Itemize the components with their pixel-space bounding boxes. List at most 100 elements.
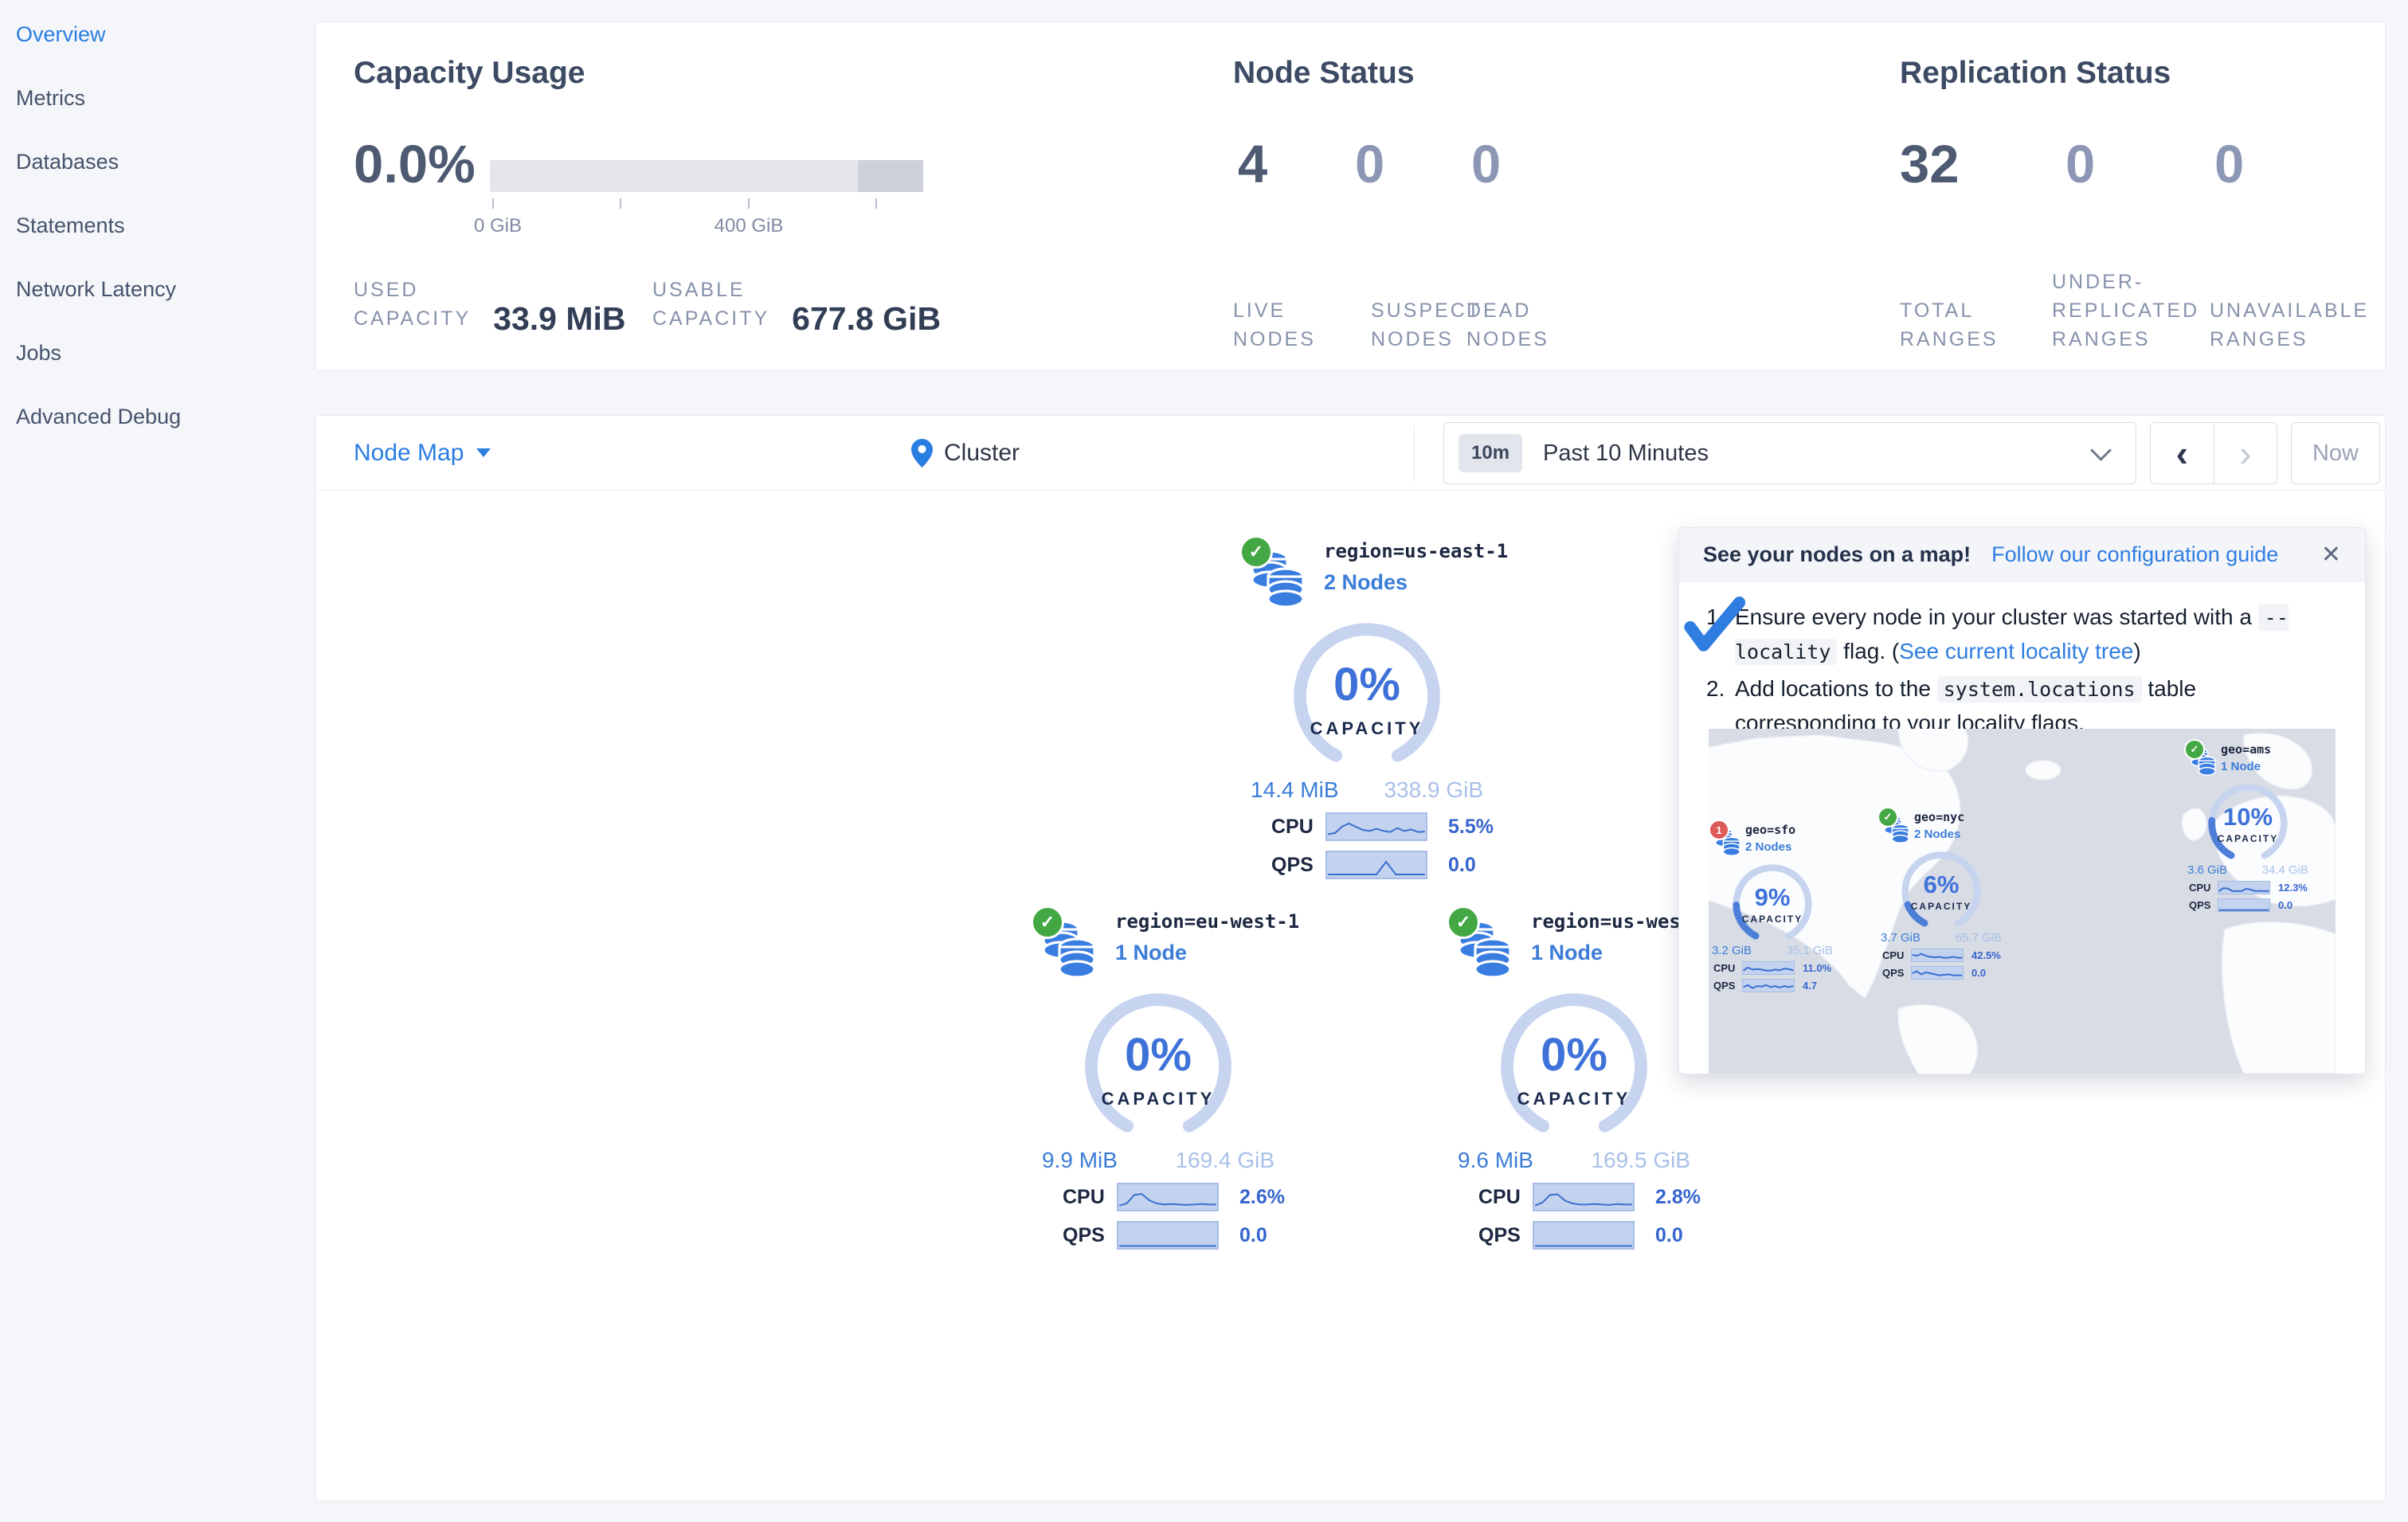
sidebar-item-statements[interactable]: Statements [0,194,315,257]
capacity-arc-label: CAPACITY [1101,1089,1216,1109]
time-prev-button[interactable]: ‹ [2151,423,2214,483]
sidebar-item-databases[interactable]: Databases [0,130,315,194]
cpu-value: 5.5% [1448,815,1494,838]
used-capacity: 9.6 MiB [1458,1148,1533,1172]
cluster-summary-panel: Capacity Usage 0.0% 0 GiB 400 GiB USED C… [315,22,2386,371]
node-healthy-icon: ✓ [1447,906,1480,939]
node-error-badge: 1 [1709,820,1729,840]
total-ranges-count: 32 [1900,135,1960,194]
used-capacity: 3.6 GiB [2187,863,2228,877]
time-step-buttons: ‹ › [2150,422,2277,484]
total-ranges-label: TOTAL RANGES [1900,299,1999,350]
node-map-toolbar: Node Map Cluster 10m Past 10 Minutes ‹ ›… [316,416,2385,491]
node-healthy-icon: ✓ [1877,807,1898,828]
nodes-count-link[interactable]: 2 Nodes [1324,570,1508,595]
setup-step-1: 1. Ensure every node in your cluster was … [1706,601,2338,669]
cpu-sparkline [1533,1183,1635,1211]
under-replicated-count: 0 [2065,135,2096,194]
cpu-label: CPU [2189,882,2211,894]
locality-name: region=eu-west-1 [1115,910,1300,933]
code-system-locations: system.locations [1936,676,2142,702]
node-healthy-icon: ✓ [1031,906,1064,939]
locality-name: geo=sfo [1745,823,1796,837]
total-capacity: 65.7 GiB [1955,931,2002,945]
suspect-nodes-label: SUSPECT NODES [1371,299,1482,350]
map-pin-icon [911,438,933,468]
node-card-us-west-1: ✓ region=us-west-1 1 Node 0% CAPACITY 9.… [1447,906,1715,1250]
capacity-gauge-reserved [858,160,923,192]
used-capacity: 14.4 MiB [1251,777,1339,802]
sidebar-item-overview[interactable]: Overview [0,2,315,66]
capacity-arc-gauge: 6% CAPACITY [1877,848,2005,929]
gauge-tick-label-0: 0 GiB [473,215,523,237]
step-done-check-icon [1684,597,1746,651]
locality-tree-link[interactable]: See current locality tree [1899,639,2133,663]
cpu-sparkline [1117,1183,1219,1211]
capacity-arc-gauge: 0% CAPACITY [1239,616,1494,773]
nodes-count-link[interactable]: 1 Node [1115,941,1299,965]
breadcrumb[interactable]: Cluster [911,416,1020,490]
node-healthy-icon: ✓ [2184,739,2205,760]
nodes-count-link[interactable]: 2 Nodes [1745,840,1795,854]
capacity-gauge [490,160,923,192]
gauge-tick [875,198,877,209]
cpu-sparkline [1911,949,1964,962]
sidebar-item-jobs[interactable]: Jobs [0,321,315,385]
total-capacity: 34.4 GiB [2261,863,2308,877]
sidebar-item-advanced-debug[interactable]: Advanced Debug [0,385,315,448]
capacity-arc-gauge: 9% CAPACITY [1709,861,1836,942]
cpu-label: CPU [1882,949,1905,961]
step-text: Ensure every node in your cluster was st… [1735,604,2258,629]
time-range-select[interactable]: 10m Past 10 Minutes [1443,422,2136,484]
capacity-arc-gauge: 0% CAPACITY [1447,987,1701,1143]
qps-label: QPS [1713,980,1736,992]
total-capacity: 169.5 GiB [1591,1148,1690,1172]
qps-label: QPS [1271,853,1314,876]
replication-status-title: Replication Status [1900,56,2171,90]
configuration-guide-link[interactable]: Follow our configuration guide [1991,542,2278,567]
time-range-badge: 10m [1459,434,1523,472]
nodes-count-link[interactable]: 2 Nodes [1914,828,1964,841]
capacity-arc-gauge: 0% CAPACITY [1031,987,1286,1143]
cpu-sparkline [1325,812,1427,841]
cpu-value: 2.6% [1239,1185,1285,1208]
mini-node-card-nyc: ✓ geo=nyc 2 Nodes 6% CAPACITY 3.7 GiB 65… [1877,807,2005,980]
cpu-label: CPU [1271,815,1314,838]
nodes-count-link[interactable]: 1 Node [2221,760,2271,773]
unavailable-label: UNAVAILABLE RANGES [2210,299,2370,350]
locality-name: geo=nyc [1914,810,1965,824]
total-capacity: 35.1 GiB [1786,944,1833,957]
dead-nodes-label: DEAD NODES [1466,299,1549,350]
time-next-button[interactable]: › [2214,423,2277,483]
live-nodes-count: 4 [1238,135,1268,194]
time-now-button[interactable]: Now [2291,422,2380,484]
qps-label: QPS [1882,967,1905,979]
qps-value: 0.0 [1448,853,1476,876]
live-nodes-label: LIVE NODES [1233,299,1316,350]
qps-sparkline [1117,1221,1219,1250]
sidebar-item-metrics[interactable]: Metrics [0,66,315,130]
cpu-sparkline [1742,961,1795,975]
node-map-preview-image: 1 geo=sfo 2 Nodes 9% CAPACITY 3.2 GiB 35… [1709,729,2336,1074]
close-icon[interactable]: ✕ [2321,541,2341,569]
used-capacity: 3.2 GiB [1712,944,1752,957]
breadcrumb-cluster-label: Cluster [944,439,1020,466]
locality-name: region=us-east-1 [1324,540,1509,562]
gauge-tick [492,198,494,209]
cpu-sparkline [2218,881,2270,894]
unavailable-count: 0 [2214,135,2245,194]
qps-value: 0.0 [1971,967,1987,979]
cpu-value: 12.3% [2278,882,2308,894]
view-mode-dropdown[interactable]: Node Map [354,416,491,490]
node-healthy-icon: ✓ [1239,535,1273,569]
usable-capacity-label: USABLE CAPACITY [652,279,770,330]
mini-node-card-ams: ✓ geo=ams 1 Node 10% CAPACITY 3.6 GiB 34… [2184,739,2312,912]
step-text: ) [2133,639,2141,663]
suspect-nodes-count: 0 [1355,135,1385,194]
sidebar-item-network-latency[interactable]: Network Latency [0,257,315,321]
node-card-us-east-1: ✓ region=us-east-1 2 Nodes 0% CAPACITY 1… [1239,535,1508,879]
popup-instructions: 1. Ensure every node in your cluster was … [1679,581,2365,740]
qps-sparkline [1533,1221,1635,1250]
dead-nodes-count: 0 [1471,135,1502,194]
qps-label: QPS [1478,1223,1521,1246]
